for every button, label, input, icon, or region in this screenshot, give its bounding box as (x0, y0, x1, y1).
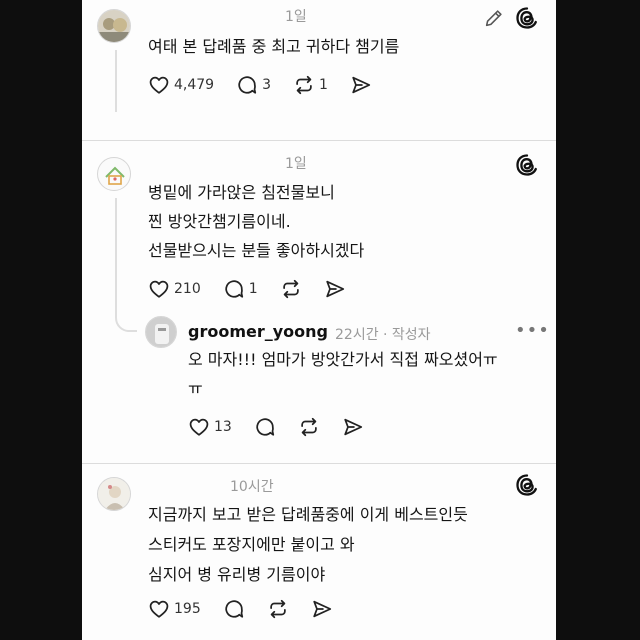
post-text-line: 스티커도 포장지에만 붙이고 와 (148, 535, 355, 554)
threads-card: 1일 여태 본 답례품 중 최고 귀하다 챔기름 4,479 3 1 1일 병밑… (82, 0, 556, 640)
avatar[interactable] (97, 157, 131, 191)
repost-icon (293, 74, 315, 96)
thread-line (115, 198, 117, 293)
house-icon (105, 166, 125, 185)
repost-button[interactable]: 1 (293, 74, 328, 96)
reply-count: 1 (248, 281, 258, 297)
thread-line (115, 50, 117, 112)
share-button[interactable] (324, 278, 346, 300)
reply-button[interactable]: 1 (223, 278, 258, 300)
threads-logo-icon (515, 6, 539, 30)
repost-count: 1 (319, 77, 328, 93)
avatar[interactable] (97, 9, 131, 43)
post-text-line: ㅠ (188, 379, 203, 398)
post-actions: 195 (148, 597, 355, 621)
send-icon (324, 278, 346, 300)
comment-icon (223, 278, 245, 300)
reply-button[interactable] (223, 598, 245, 620)
like-count: 210 (174, 281, 201, 297)
post-text-line: 병밑에 가라앉은 침전물보니 (148, 183, 335, 202)
pencil-icon[interactable] (483, 7, 505, 29)
heart-icon (148, 74, 170, 96)
post-time: 1일 (285, 9, 307, 25)
send-icon (311, 598, 333, 620)
post-text-line: 지금까지 보고 받은 답례품중에 이게 베스트인듯 (148, 505, 468, 524)
post-actions: 4,479 3 1 (148, 73, 394, 97)
heart-icon (188, 416, 210, 438)
avatar-image (98, 10, 130, 42)
more-options-icon[interactable]: ••• (515, 320, 550, 341)
send-icon (342, 416, 364, 438)
avatar-image (98, 478, 130, 510)
heart-icon (148, 278, 170, 300)
heart-icon (148, 598, 170, 620)
like-button[interactable]: 4,479 (148, 74, 214, 96)
username[interactable]: groomer_yoong (188, 322, 328, 341)
post-actions: 210 1 (148, 277, 368, 301)
reply-button[interactable] (254, 416, 276, 438)
divider (82, 140, 556, 141)
repost-icon (280, 278, 302, 300)
post-meta: 22시간 · 작성자 (335, 327, 431, 343)
comment-icon (254, 416, 276, 438)
post-text-line: 오 마자!!! 엄마가 방앗간가서 직접 짜오셨어ㅠ (188, 350, 498, 369)
reply-count: 3 (262, 77, 272, 93)
post-time: 10시간 (230, 479, 274, 495)
post-text-line: 찐 방앗간챔기름이네. (148, 212, 291, 231)
repost-button[interactable] (280, 278, 302, 300)
comment-icon (223, 598, 245, 620)
comment-icon (236, 74, 258, 96)
post-actions: 13 (188, 415, 386, 439)
repost-icon (267, 598, 289, 620)
share-button[interactable] (342, 416, 364, 438)
like-button[interactable]: 195 (148, 598, 201, 620)
avatar[interactable] (97, 477, 131, 511)
repost-button[interactable] (298, 416, 320, 438)
repost-icon (298, 416, 320, 438)
like-count: 4,479 (174, 77, 215, 93)
post-text-line: 선물받으시는 분들 좋아하시겠다 (148, 241, 365, 260)
like-count: 13 (214, 419, 232, 435)
like-count: 195 (174, 601, 201, 617)
repost-button[interactable] (267, 598, 289, 620)
reply-connector (115, 290, 137, 332)
post-text-line: 여태 본 답례품 중 최고 귀하다 챔기름 (148, 37, 400, 56)
like-button[interactable]: 210 (148, 278, 201, 300)
share-button[interactable] (311, 598, 333, 620)
threads-logo-icon (515, 153, 539, 177)
avatar-image (146, 317, 176, 347)
post-text-line: 심지어 병 유리병 기름이야 (148, 565, 326, 584)
reply-button[interactable]: 3 (236, 74, 271, 96)
share-button[interactable] (350, 74, 372, 96)
divider (82, 463, 556, 464)
send-icon (350, 74, 372, 96)
post-time: 1일 (285, 156, 307, 172)
threads-logo-icon (515, 473, 539, 497)
avatar[interactable] (145, 316, 177, 348)
like-button[interactable]: 13 (188, 416, 232, 438)
